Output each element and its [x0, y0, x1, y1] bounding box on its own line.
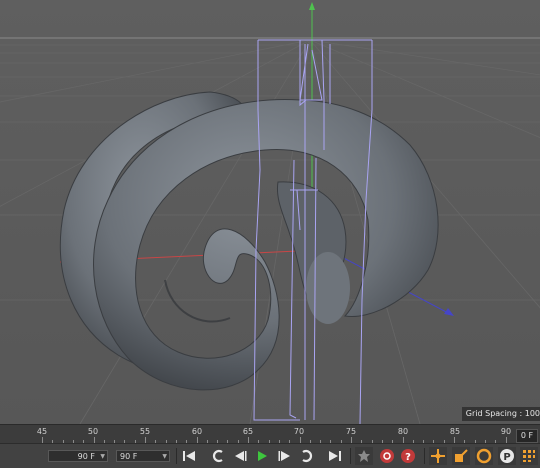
timeline-tick-label: 55	[139, 427, 151, 436]
keyframe-help-icon: ?	[401, 449, 415, 463]
timeline-tick-label: 75	[345, 427, 357, 436]
toolbar-separator	[350, 448, 351, 464]
timeline-tick-label: 50	[87, 427, 99, 436]
min-frame-value: 90 F	[77, 452, 95, 461]
play-backward-icon	[235, 451, 247, 461]
scale-key-button[interactable]	[452, 447, 470, 465]
record-button[interactable]	[355, 447, 373, 465]
timeline-tick-label: 80	[397, 427, 409, 436]
timeline-tick-label: 85	[449, 427, 461, 436]
animation-toolbar: 90 F ▼ 90 F ▼ ? P	[0, 443, 540, 468]
autokey-button[interactable]	[378, 447, 396, 465]
go-to-end-frame-button[interactable]	[326, 447, 344, 465]
go-to-end-frame-icon	[329, 451, 341, 461]
move-key-button[interactable]	[429, 447, 447, 465]
max-frame-field[interactable]: 90 F ▼	[116, 450, 170, 462]
svg-text:P: P	[503, 452, 510, 463]
timeline-tick-label: 90	[500, 427, 512, 436]
chevron-down-icon: ▼	[162, 453, 167, 460]
timeline-tick-label: 60	[191, 427, 203, 436]
step-back-icon	[212, 449, 223, 463]
rotate-key-button[interactable]	[475, 447, 493, 465]
go-to-end-button[interactable]	[298, 447, 316, 465]
timeline-ruler[interactable]: 45 50 55 60 65 70 75 80 85 90 0 F	[0, 424, 540, 443]
play-forward-icon	[258, 451, 267, 461]
chevron-down-icon: ▼	[100, 453, 105, 460]
play-backward-button[interactable]	[231, 447, 249, 465]
grid-spacing-label: Grid Spacing : 100	[461, 407, 540, 421]
play-forward-button[interactable]	[253, 447, 271, 465]
current-frame-field[interactable]: 0 F	[516, 429, 538, 443]
go-to-end-icon	[302, 449, 313, 463]
toolbar-separator	[424, 448, 425, 464]
step-forward-icon	[278, 451, 290, 461]
toolbar-separator	[176, 448, 177, 464]
min-frame-field[interactable]: 90 F ▼	[48, 450, 108, 462]
move-key-icon	[431, 449, 445, 463]
viewport-canvas[interactable]	[0, 0, 540, 424]
go-to-start-icon	[183, 451, 195, 461]
timeline-tick-label: 45	[36, 427, 48, 436]
param-key-icon: P	[500, 449, 514, 463]
param-key-button[interactable]: P	[498, 447, 516, 465]
step-forward-button[interactable]	[276, 447, 294, 465]
point-level-icon	[523, 450, 535, 462]
3d-viewport[interactable]: Grid Spacing : 100	[0, 0, 540, 424]
point-level-button[interactable]	[520, 447, 538, 465]
svg-text:?: ?	[405, 452, 411, 463]
step-back-button[interactable]	[209, 447, 227, 465]
scale-key-icon	[455, 449, 468, 462]
keyframe-help-button[interactable]: ?	[399, 447, 417, 465]
autokey-icon	[380, 449, 394, 463]
max-frame-value: 90 F	[120, 452, 138, 461]
go-to-start-button[interactable]	[180, 447, 198, 465]
timeline-tick-label: 70	[293, 427, 305, 436]
timeline-tick-label: 65	[242, 427, 254, 436]
record-key-icon	[358, 450, 370, 462]
rotate-key-icon	[476, 448, 492, 464]
